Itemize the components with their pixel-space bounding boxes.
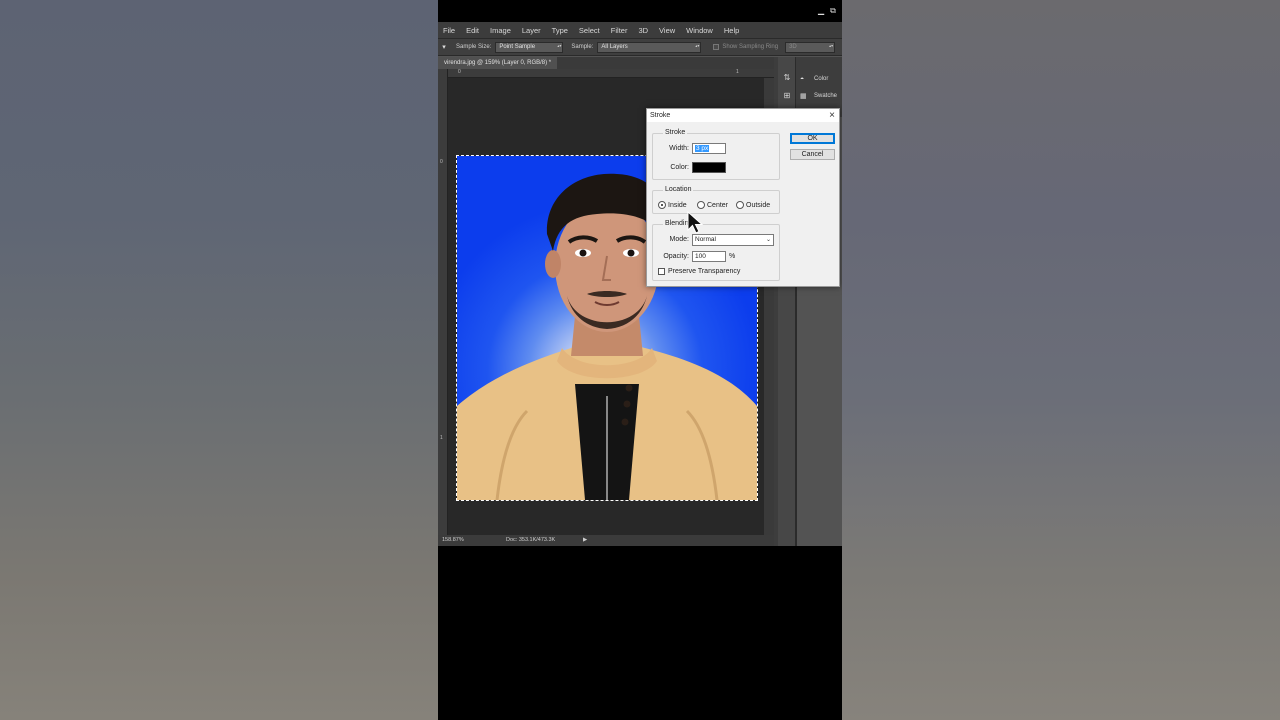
status-arrow-icon[interactable]: ▶ xyxy=(583,535,587,546)
menu-filter[interactable]: Filter xyxy=(611,26,628,35)
menu-type[interactable]: Type xyxy=(552,26,568,35)
mode-select[interactable]: Normal ⌄ xyxy=(692,234,774,246)
sample-select[interactable]: All Layers xyxy=(597,41,702,53)
location-center-radio[interactable]: Center xyxy=(697,201,728,209)
location-inside-radio[interactable]: Inside xyxy=(658,201,687,209)
menu-3d[interactable]: 3D xyxy=(638,26,648,35)
show-sampling-ring-label: Show Sampling Ring xyxy=(722,44,779,50)
stroke-group-label: Stroke xyxy=(663,129,688,136)
menu-help[interactable]: Help xyxy=(724,26,739,35)
ruler-mark: 1 xyxy=(736,69,739,75)
radio-icon xyxy=(736,201,744,209)
ruler-mark: 0 xyxy=(440,159,443,165)
preserve-transparency-checkbox[interactable]: Preserve Transparency xyxy=(658,268,740,275)
dialog-title: Stroke xyxy=(647,109,839,122)
menu-file[interactable]: File xyxy=(443,26,455,35)
stroke-dialog: Stroke × Stroke Width: 3 px Color: Locat… xyxy=(646,108,840,287)
3d-select[interactable]: 3D xyxy=(785,41,836,53)
width-input[interactable]: 3 px xyxy=(692,143,726,154)
mode-value: Normal xyxy=(695,236,716,243)
location-group-label: Location xyxy=(663,186,694,193)
location-option-label: Outside xyxy=(746,201,771,209)
opacity-unit: % xyxy=(729,253,736,260)
opacity-input[interactable]: 100 xyxy=(692,251,726,262)
location-option-label: Center xyxy=(707,201,729,209)
ruler-mark: 1 xyxy=(440,435,443,441)
show-sampling-ring-checkbox[interactable] xyxy=(713,44,720,50)
document-tab[interactable]: virendra.jpg @ 159% (Layer 0, RGB/8) * xyxy=(438,57,558,69)
options-bar: ▾ Sample Size: Point Sample Sample: All … xyxy=(438,38,842,56)
restore-icon[interactable]: ⧉ xyxy=(830,6,836,15)
stroke-group: Stroke Width: 3 px Color: xyxy=(652,129,780,180)
menu-window[interactable]: Window xyxy=(686,26,713,35)
color-icon: ◓ xyxy=(800,75,805,83)
properties-icon[interactable]: ⊞ xyxy=(780,89,794,103)
menu-edit[interactable]: Edit xyxy=(466,26,479,35)
stroke-color-swatch[interactable] xyxy=(692,162,726,173)
zoom-level[interactable]: 158.87% xyxy=(442,535,464,546)
screen-recording: ▁ ⧉ File Edit Image Layer Type Select Fil… xyxy=(438,0,842,720)
preserve-transparency-label: Preserve Transparency xyxy=(668,268,741,275)
width-value: 3 px xyxy=(695,145,710,152)
vertical-ruler: 0 1 xyxy=(438,69,448,539)
color-label: Color: xyxy=(670,164,689,171)
sample-size-label: Sample Size: xyxy=(456,44,492,50)
document-tab-bar: virendra.jpg @ 159% (Layer 0, RGB/8) * xyxy=(438,57,774,69)
blurred-left-backdrop xyxy=(0,0,438,720)
mode-label: Mode: xyxy=(669,236,689,243)
sample-size-select[interactable]: Point Sample xyxy=(495,41,564,53)
window-controls: ▁ ⧉ xyxy=(812,0,842,15)
location-group: Location Inside Center Outside xyxy=(652,186,780,214)
swatches-panel-label: Swatche xyxy=(814,93,838,99)
ruler-mark: 0 xyxy=(458,69,461,75)
swatches-panel-tab[interactable]: ▦ Swatche xyxy=(800,88,837,104)
status-bar: 158.87% Doc: 353.1K/473.3K ▶ xyxy=(438,535,774,546)
history-icon[interactable]: ⇅ xyxy=(780,71,794,85)
photoshop-window: File Edit Image Layer Type Select Filter… xyxy=(438,22,842,546)
close-icon[interactable]: × xyxy=(829,109,835,122)
menu-view[interactable]: View xyxy=(659,26,675,35)
chevron-down-icon: ⌄ xyxy=(765,237,771,243)
blurred-right-backdrop xyxy=(842,0,1280,720)
color-panel-label: Color xyxy=(814,76,829,82)
swatches-icon: ▦ xyxy=(800,93,807,100)
doc-size: Doc: 353.1K/473.3K xyxy=(506,537,556,543)
mouse-cursor-icon xyxy=(687,211,704,234)
location-option-label: Inside xyxy=(668,201,687,209)
width-label: Width: xyxy=(669,145,689,152)
blending-group: Blending Mode: Normal ⌄ Opacity: 100 % Pr… xyxy=(652,220,780,281)
menu-bar: File Edit Image Layer Type Select Filter… xyxy=(438,22,842,38)
ok-button[interactable]: OK xyxy=(790,133,835,144)
location-outside-radio[interactable]: Outside xyxy=(736,201,770,209)
menu-select[interactable]: Select xyxy=(579,26,600,35)
opacity-label: Opacity: xyxy=(663,253,689,260)
eyedropper-icon[interactable]: ▾ xyxy=(438,43,450,51)
sample-label: Sample: xyxy=(571,44,594,50)
checkbox-icon xyxy=(658,268,665,275)
minimize-icon[interactable]: ▁ xyxy=(818,6,824,15)
color-panel-tab[interactable]: ◓ Color xyxy=(800,71,828,87)
menu-image[interactable]: Image xyxy=(490,26,511,35)
radio-icon xyxy=(697,201,705,209)
horizontal-ruler: 0 1 xyxy=(448,69,774,78)
cancel-button[interactable]: Cancel xyxy=(790,149,835,160)
radio-selected-icon xyxy=(658,201,666,209)
menu-layer[interactable]: Layer xyxy=(522,26,541,35)
